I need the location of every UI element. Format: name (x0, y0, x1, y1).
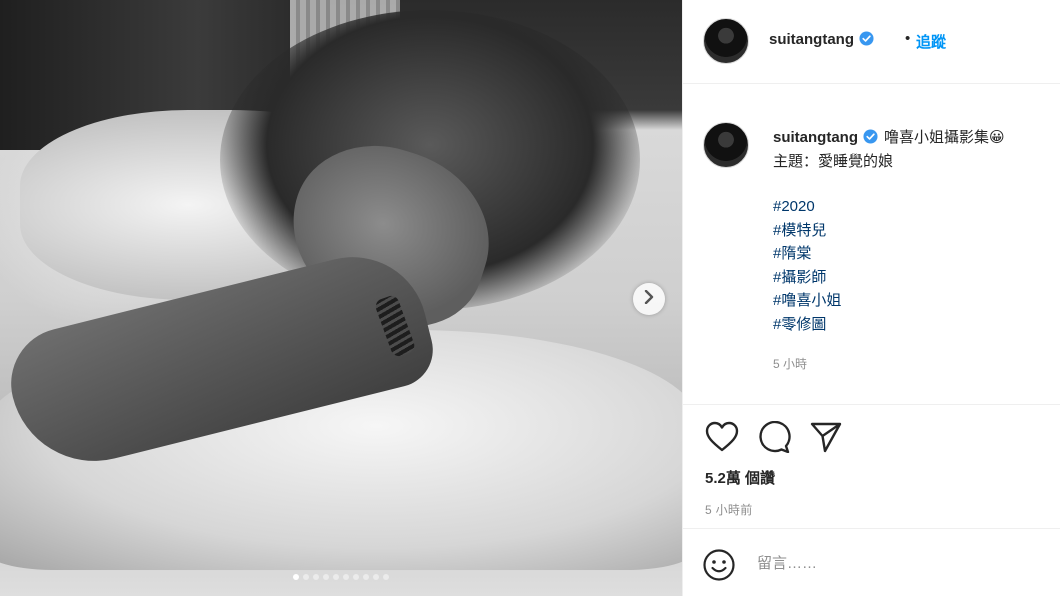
post-header: suitangtang • 追蹤 (683, 0, 1060, 84)
hashtag-list: #2020 #模特兒 #隋棠 #攝影師 #噜喜小姐 #零修圖 (773, 195, 841, 337)
hashtag-link[interactable]: #噜喜小姐 (773, 289, 841, 313)
carousel-dot (323, 574, 329, 580)
post-side-panel: suitangtang • 追蹤 suitangtang 噜喜小姐攝影集😀 主題：… (682, 0, 1060, 596)
header-username[interactable]: suitangtang (769, 31, 854, 48)
carousel-dot (353, 574, 359, 580)
paper-plane-icon[interactable] (809, 421, 843, 453)
caption-title: 噜喜小姐攝影集😀 (884, 129, 1005, 146)
smiley-icon[interactable] (703, 549, 735, 586)
carousel-dot (383, 574, 389, 580)
carousel-dot (293, 574, 299, 580)
comment-section (683, 528, 1060, 596)
next-photo-button[interactable] (633, 283, 665, 315)
caption-username[interactable]: suitangtang (773, 129, 858, 146)
header-username-link[interactable]: suitangtang (769, 31, 874, 50)
verified-badge-icon (859, 31, 874, 50)
carousel-indicator (0, 574, 682, 580)
caption-first-line: suitangtang 噜喜小姐攝影集😀 (773, 126, 1005, 148)
heart-icon[interactable] (705, 421, 739, 453)
avatar[interactable] (703, 18, 749, 64)
post-actions: 5.2萬 個讚 5 小時前 (683, 404, 1060, 528)
caption-avatar[interactable] (703, 122, 749, 168)
caption-timestamp: 5 小時 (773, 357, 808, 371)
comment-input[interactable] (757, 551, 1037, 575)
carousel-dot (313, 574, 319, 580)
hashtag-link[interactable]: #零修圖 (773, 313, 841, 337)
hashtag-link[interactable]: #模特兒 (773, 219, 841, 243)
carousel-dot (303, 574, 309, 580)
comment-bubble-icon[interactable] (757, 421, 791, 453)
post-timestamp[interactable]: 5 小時前 (705, 501, 753, 518)
hashtag-link[interactable]: #攝影師 (773, 266, 841, 290)
carousel-dot (333, 574, 339, 580)
follow-separator: • (905, 30, 911, 47)
carousel-dot (373, 574, 379, 580)
like-count[interactable]: 5.2萬 個讚 (705, 467, 775, 488)
follow-button[interactable]: 追蹤 (916, 31, 946, 52)
caption-theme: 主題：愛睡覺的娘 (773, 153, 894, 170)
chevron-right-icon (643, 289, 655, 309)
carousel-dot (363, 574, 369, 580)
carousel-dot (343, 574, 349, 580)
verified-badge-icon (863, 129, 878, 148)
post-photo[interactable] (0, 0, 682, 596)
hashtag-link[interactable]: #2020 (773, 195, 841, 219)
hashtag-link[interactable]: #隋棠 (773, 242, 841, 266)
